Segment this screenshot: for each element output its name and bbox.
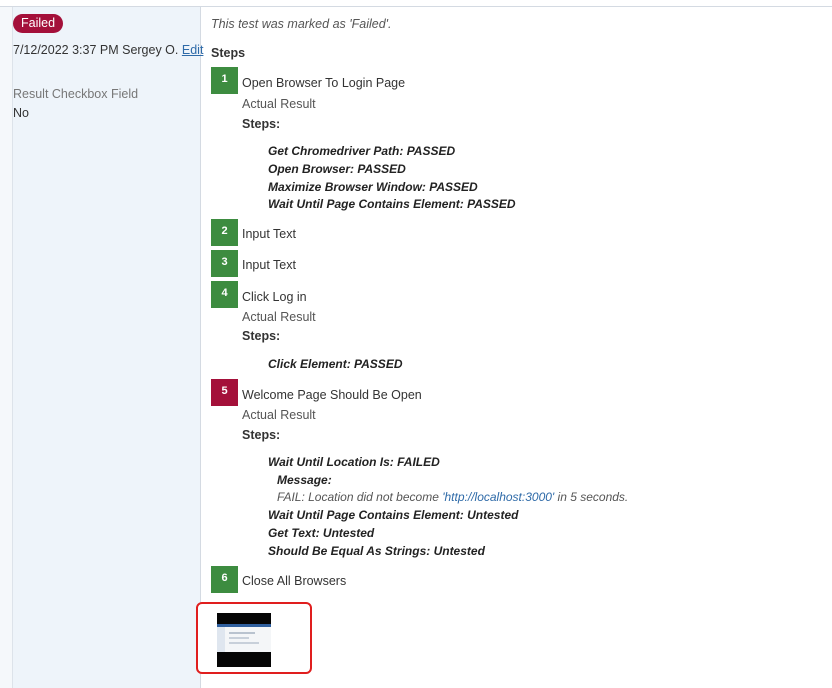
result-meta: 7/12/2022 3:37 PM Sergey O. Edit: [13, 43, 203, 57]
step-title: Welcome Page Should Be Open: [242, 388, 422, 402]
failure-message-suffix: in 5 seconds.: [554, 490, 629, 504]
result-details: This test was marked as 'Failed'. Steps …: [211, 7, 826, 688]
steps-label: Steps:: [242, 329, 281, 343]
result-timestamp-user: 7/12/2022 3:37 PM Sergey O.: [13, 43, 179, 57]
sidebar-gutter: [0, 7, 13, 688]
step-title: Close All Browsers: [242, 574, 347, 588]
actual-result-label: Actual Result: [242, 408, 316, 422]
keyword-result: Get Text: Untested: [268, 526, 375, 540]
result-note: This test was marked as 'Failed'.: [211, 17, 392, 31]
steps-label: Steps:: [242, 428, 281, 442]
step-title: Open Browser To Login Page: [242, 76, 406, 90]
step-number-badge: 2: [211, 219, 238, 246]
top-divider: [0, 0, 832, 7]
actual-result-label: Actual Result: [242, 97, 316, 111]
result-sidebar: Failed 7/12/2022 3:37 PM Sergey O. Edit …: [0, 7, 203, 688]
status-badge: Failed: [13, 14, 64, 33]
custom-field-value: No: [13, 106, 29, 120]
keyword-result: Wait Until Location Is: FAILED: [268, 455, 440, 469]
step-number-badge: 1: [211, 67, 238, 94]
screenshot-attachment-thumbnail[interactable]: [217, 613, 271, 667]
edit-link[interactable]: Edit: [182, 43, 204, 57]
step-title: Input Text: [242, 227, 296, 241]
keyword-result: Get Chromedriver Path: PASSED: [268, 144, 456, 158]
attachment-highlight: [196, 602, 312, 674]
step-title: Click Log in: [242, 290, 307, 304]
step-title: Input Text: [242, 258, 296, 272]
step-number-badge: 6: [211, 566, 238, 593]
keyword-result: Open Browser: PASSED: [268, 162, 406, 176]
step-number-badge: 3: [211, 250, 238, 277]
message-label: Message:: [277, 473, 332, 487]
keyword-result: Wait Until Page Contains Element: Untest…: [268, 508, 519, 522]
keyword-result: Should Be Equal As Strings: Untested: [268, 544, 485, 558]
failure-message: FAIL: Location did not become 'http://lo…: [277, 490, 628, 504]
failure-message-prefix: FAIL: Location did not become: [277, 490, 443, 504]
steps-label: Steps:: [242, 117, 281, 131]
keyword-result: Click Element: PASSED: [268, 357, 403, 371]
steps-heading: Steps: [211, 46, 246, 60]
thumbnail-preview-image: [217, 624, 271, 652]
custom-field-label: Result Checkbox Field: [13, 87, 139, 101]
step-number-badge: 5: [211, 379, 238, 406]
failure-message-url: 'http://localhost:3000': [442, 490, 555, 504]
keyword-result: Maximize Browser Window: PASSED: [268, 180, 478, 194]
keyword-result: Wait Until Page Contains Element: PASSED: [268, 197, 516, 211]
actual-result-label: Actual Result: [242, 310, 316, 324]
step-number-badge: 4: [211, 281, 238, 308]
